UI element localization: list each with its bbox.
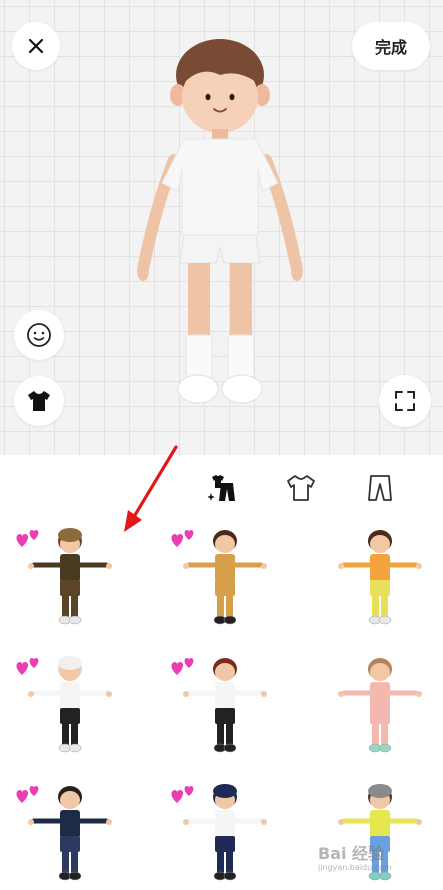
outfit-avatar [183,530,267,625]
outfit-panel [0,455,443,890]
fullscreen-icon [395,391,415,411]
outfit-item[interactable] [170,779,280,889]
outfit-item[interactable] [325,523,435,633]
outfit-item[interactable] [170,651,280,761]
tshirt-icon [28,391,50,411]
fullscreen-button[interactable] [379,375,431,427]
outfit-item[interactable] [15,523,125,633]
face-icon [27,323,51,347]
avatar-preview-canvas[interactable]: 完成 [0,0,443,455]
outfit-avatar [338,658,422,753]
outfit-avatar [183,784,267,881]
tab-bottoms[interactable] [362,470,398,506]
done-button[interactable]: 完成 [352,22,430,70]
category-tabs [0,470,443,506]
avatar-3d-model[interactable] [130,35,310,415]
outfit-item[interactable] [15,779,125,889]
outfit-avatar [28,786,112,881]
outfit-avatar [183,658,267,753]
outfit-item[interactable] [15,651,125,761]
close-icon [28,38,44,54]
pants-icon [368,475,392,501]
watermark-text: Bai 经验 [318,844,385,863]
outfit-avatar [28,656,112,753]
outfit-avatar [28,528,112,625]
outfit-item[interactable] [170,523,280,633]
tab-tops[interactable] [283,470,319,506]
face-button[interactable] [14,310,64,360]
outfit-set-icon [208,475,235,501]
outfit-button[interactable] [14,376,64,426]
tshirt-outline-icon [287,475,315,501]
watermark-url: jingyan.baidu.com [318,863,392,872]
outfit-avatar [338,530,422,625]
watermark: Bai 经验 jingyan.baidu.com [318,845,440,885]
outfit-item[interactable] [325,651,435,761]
close-button[interactable] [12,22,60,70]
tab-outfit-set[interactable] [205,470,241,506]
